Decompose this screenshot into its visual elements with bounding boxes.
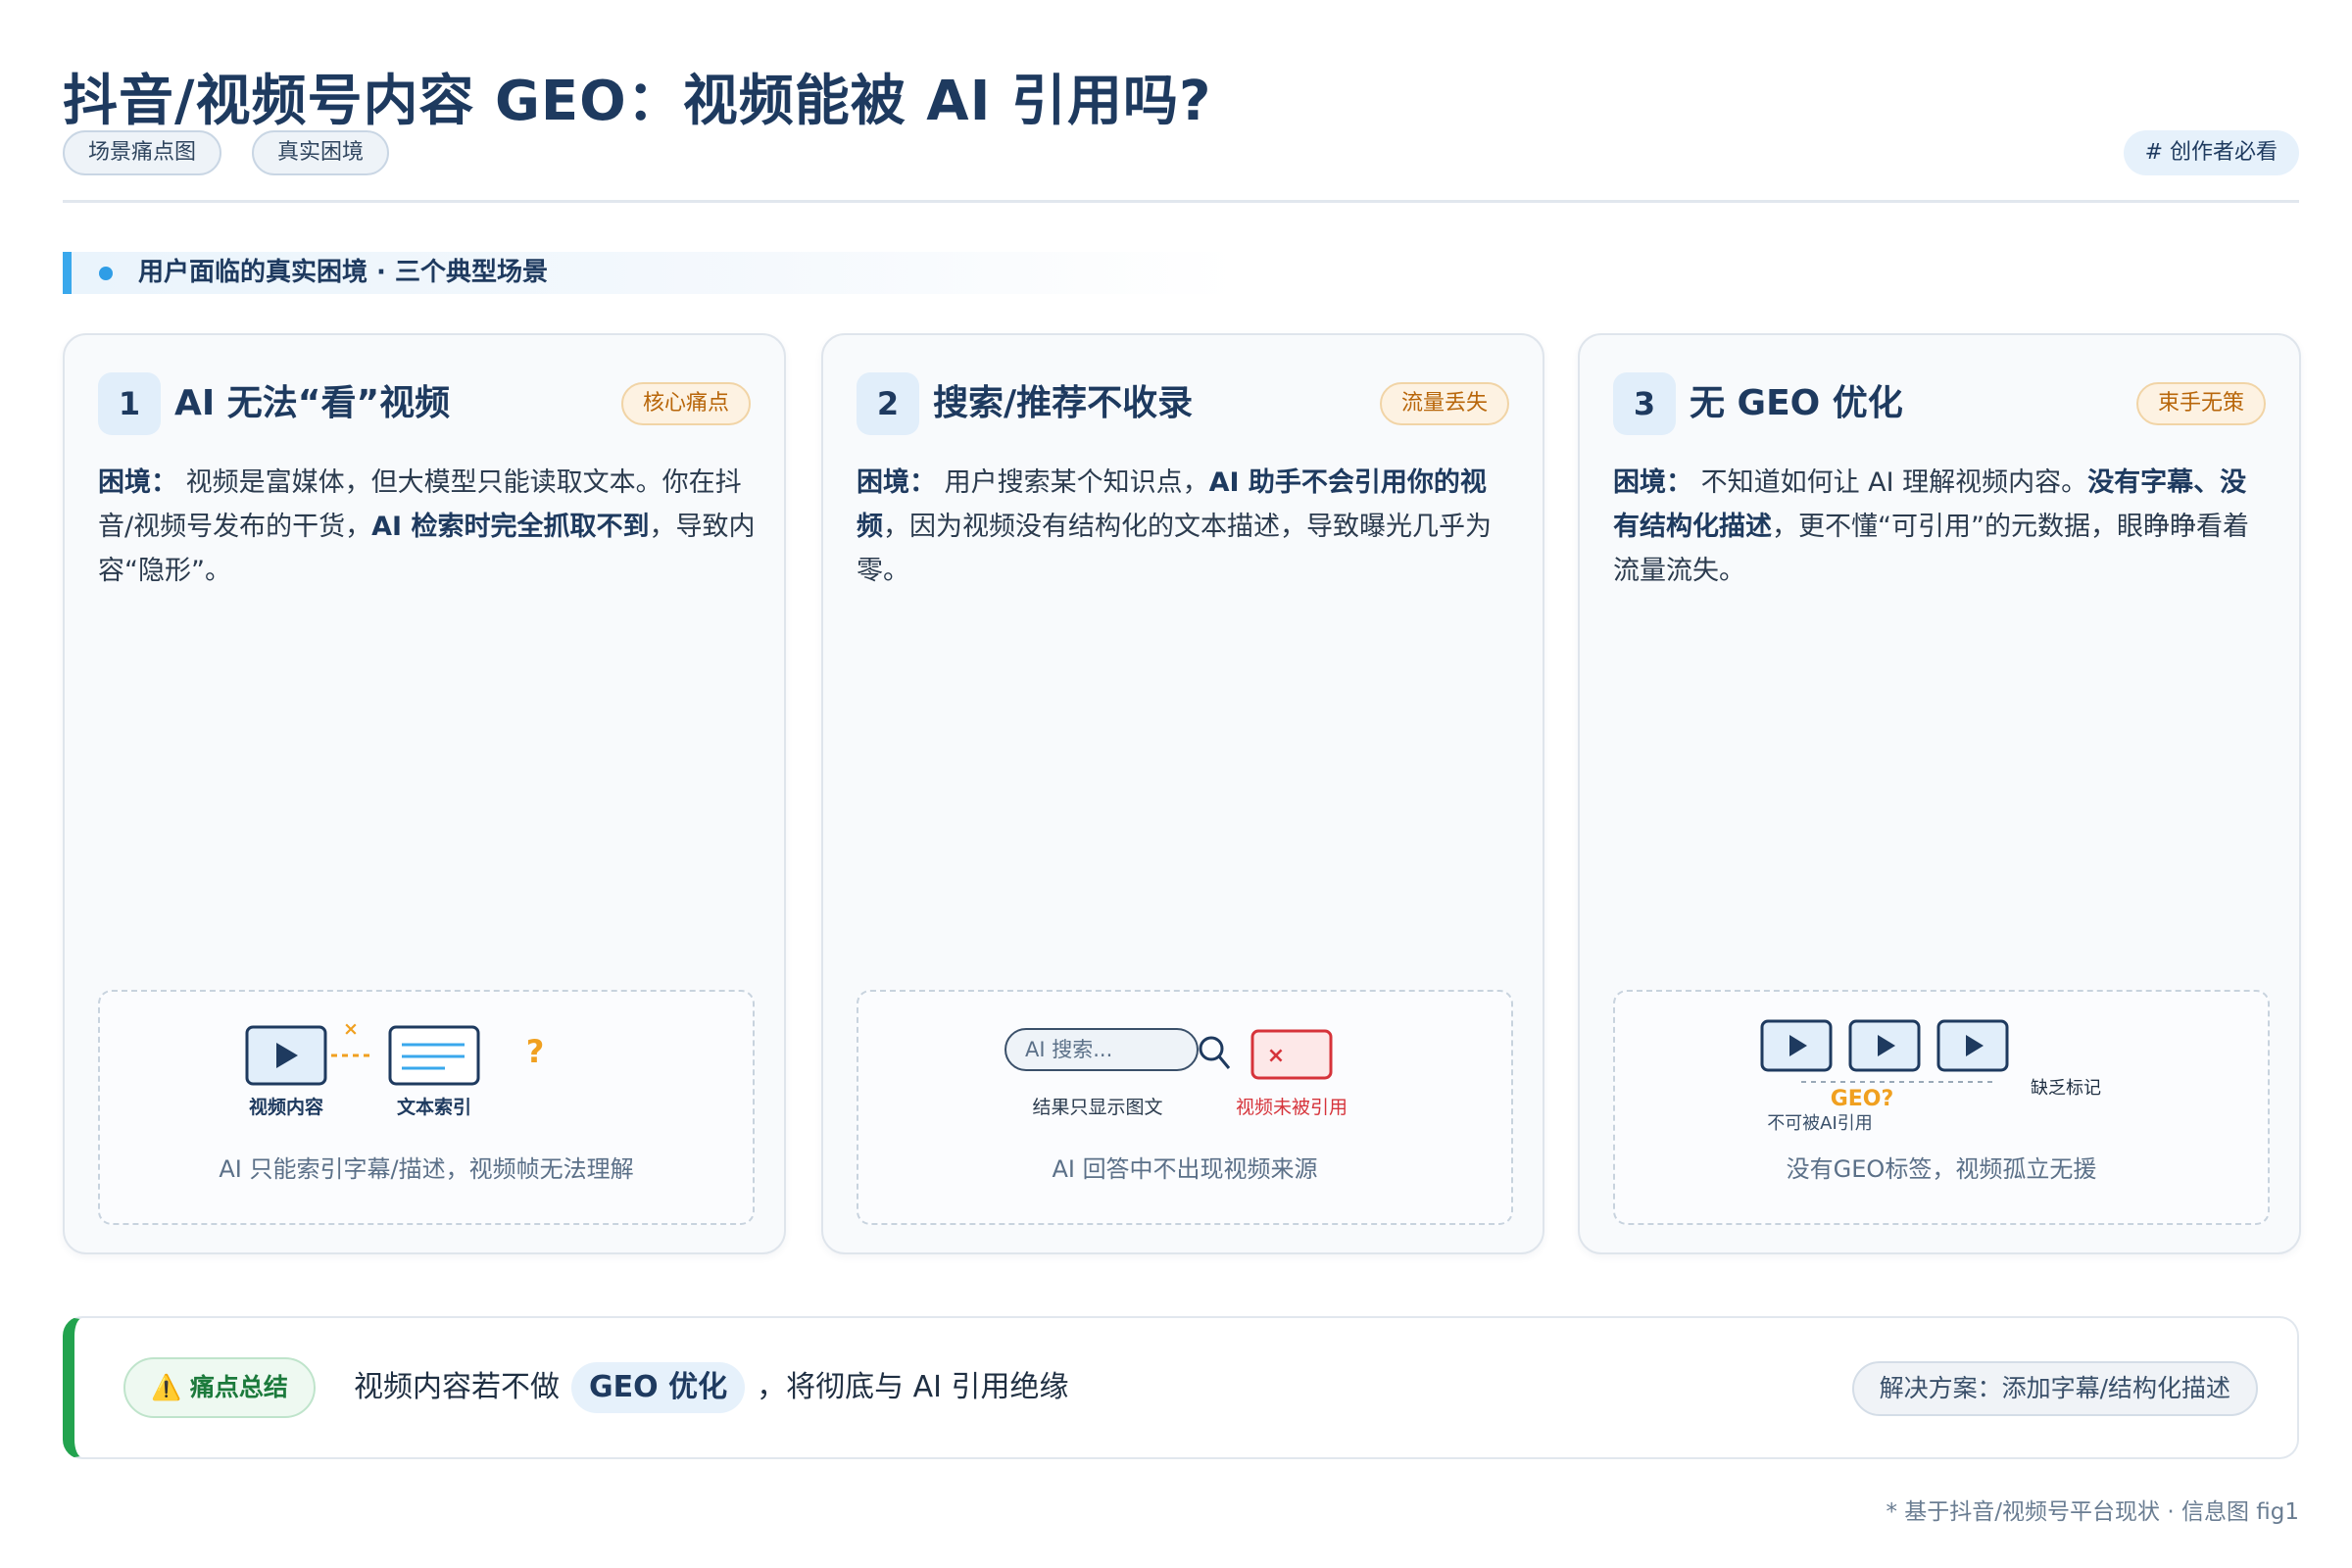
search-bar-icon: AI 搜索... bbox=[1004, 1028, 1199, 1071]
cross-icon: × bbox=[1267, 1044, 1285, 1068]
header-divider bbox=[63, 200, 2299, 203]
video-content-icon bbox=[245, 1025, 327, 1086]
missing-tag-label: 缺乏标记 bbox=[2031, 1078, 2101, 1099]
section-heading-bar: 用户面临的真实困境 · 三个典型场景 bbox=[63, 252, 1239, 294]
geo-question-label: GEO? bbox=[1831, 1087, 1894, 1111]
card-badge: 核心痛点 bbox=[620, 382, 751, 425]
description-segment: ，因为视频没有结构化的文本描述，导致曝光几乎为零。 bbox=[857, 512, 1492, 586]
description-emphasis: 困境： bbox=[857, 467, 936, 498]
summary-highlight: GEO 优化 bbox=[571, 1362, 746, 1413]
card-number: 1 bbox=[98, 372, 161, 435]
tag-real-dilemma: 真实困境 bbox=[252, 130, 390, 175]
illustration-box: 视频内容 × 文本索引 ? AI 只能索引字幕/描述，视频帧无法理解 bbox=[98, 990, 755, 1225]
video-icon bbox=[1936, 1019, 2009, 1072]
card-title: AI 无法“看”视频 bbox=[174, 383, 451, 423]
description-segment: 不知道如何让 AI 理解视频内容。 bbox=[1692, 467, 2088, 498]
scenario-card-1: 1 AI 无法“看”视频 核心痛点 困境： 视频是富媒体，但大模型只能读取文本。… bbox=[63, 333, 786, 1254]
summary-bar: ⚠️ 痛点总结 视频内容若不做 GEO 优化 ，将彻底与 AI 引用绝缘 解决方案：… bbox=[63, 1316, 2299, 1459]
card-number: 2 bbox=[857, 372, 919, 435]
search-placeholder: AI 搜索... bbox=[1025, 1038, 1112, 1061]
not-cited-icon: × bbox=[1250, 1029, 1333, 1080]
illustration-caption: AI 只能索引字幕/描述，视频帧无法理解 bbox=[219, 1155, 634, 1183]
text-index-icon bbox=[388, 1025, 480, 1086]
page-title: 抖音/视频号内容 GEO：视频能被 AI 引用吗? bbox=[63, 70, 1212, 133]
card-title: 搜索/推荐不收录 bbox=[933, 383, 1194, 423]
isolated-videos-diagram: GEO? 缺乏标记 不可被AI引用 bbox=[1760, 1019, 2101, 1134]
summary-badge: ⚠️ 痛点总结 bbox=[123, 1357, 316, 1418]
tag-creator-must-see: # 创作者必看 bbox=[2123, 130, 2299, 175]
solution-pill: 解决方案：添加字幕/结构化描述 bbox=[1851, 1361, 2258, 1416]
video-content-label: 视频内容 bbox=[249, 1096, 323, 1118]
illustration-box: GEO? 缺乏标记 不可被AI引用 没有GEO标签，视频孤立无援 bbox=[1613, 990, 2270, 1225]
description-emphasis: 困境： bbox=[1613, 467, 1692, 498]
section-heading: 用户面临的真实困境 · 三个典型场景 bbox=[138, 258, 548, 287]
illustration-caption: 没有GEO标签，视频孤立无援 bbox=[1786, 1155, 2097, 1183]
not-citable-label: 不可被AI引用 bbox=[1767, 1113, 1873, 1134]
question-mark-icon: ? bbox=[526, 1033, 545, 1070]
card-description: 困境： 视频是富媒体，但大模型只能读取文本。你在抖音/视频号发布的干货，AI 检… bbox=[98, 461, 757, 593]
results-text-only-label: 结果只显示图文 bbox=[1032, 1097, 1162, 1118]
tag-scene-pain: 场景痛点图 bbox=[63, 130, 222, 175]
card-description: 困境： 不知道如何让 AI 理解视频内容。没有字幕、没有结构化描述，更不懂“可引… bbox=[1613, 461, 2272, 593]
illustration-box: AI 搜索... × 结果只显示图文 视频未被引用 AI 回答中不出现视频来源 bbox=[857, 990, 1513, 1225]
magnifier-icon bbox=[1199, 1036, 1231, 1069]
description-segment: 用户搜索某个知识点， bbox=[936, 467, 1209, 498]
scenario-card-2: 2 搜索/推荐不收录 流量丢失 困境： 用户搜索某个知识点，AI 助手不会引用你… bbox=[821, 333, 1544, 1254]
video-not-cited-label: 视频未被引用 bbox=[1236, 1097, 1348, 1118]
text-index-label: 文本索引 bbox=[397, 1096, 471, 1118]
video-to-text-diagram: 视频内容 × 文本索引 ? bbox=[245, 1018, 545, 1118]
video-icon bbox=[1760, 1019, 1833, 1072]
card-number: 3 bbox=[1613, 372, 1676, 435]
video-icon bbox=[1848, 1019, 1921, 1072]
cross-icon: × bbox=[343, 1018, 359, 1040]
description-emphasis: AI 检索时完全抓取不到 bbox=[371, 512, 650, 542]
footnote: * 基于抖音/视频号平台现状 · 信息图 fig1 bbox=[1886, 1499, 2299, 1525]
summary-text-before: 视频内容若不做 bbox=[354, 1370, 560, 1404]
summary-text: 视频内容若不做 GEO 优化 ，将彻底与 AI 引用绝缘 bbox=[354, 1357, 1069, 1418]
summary-text-after: ，将彻底与 AI 引用绝缘 bbox=[757, 1370, 1069, 1404]
illustration-caption: AI 回答中不出现视频来源 bbox=[1052, 1155, 1318, 1183]
scenario-card-3: 3 无 GEO 优化 束手无策 困境： 不知道如何让 AI 理解视频内容。没有字… bbox=[1578, 333, 2301, 1254]
card-title: 无 GEO 优化 bbox=[1690, 383, 1903, 423]
card-badge: 束手无策 bbox=[2135, 382, 2266, 425]
card-badge: 流量丢失 bbox=[1379, 382, 1509, 425]
card-description: 困境： 用户搜索某个知识点，AI 助手不会引用你的视频，因为视频没有结构化的文本… bbox=[857, 461, 1515, 593]
search-result-diagram: AI 搜索... × 结果只显示图文 视频未被引用 bbox=[1004, 1028, 1348, 1118]
description-emphasis: 困境： bbox=[98, 467, 177, 498]
bullet-dot-icon bbox=[99, 267, 113, 280]
